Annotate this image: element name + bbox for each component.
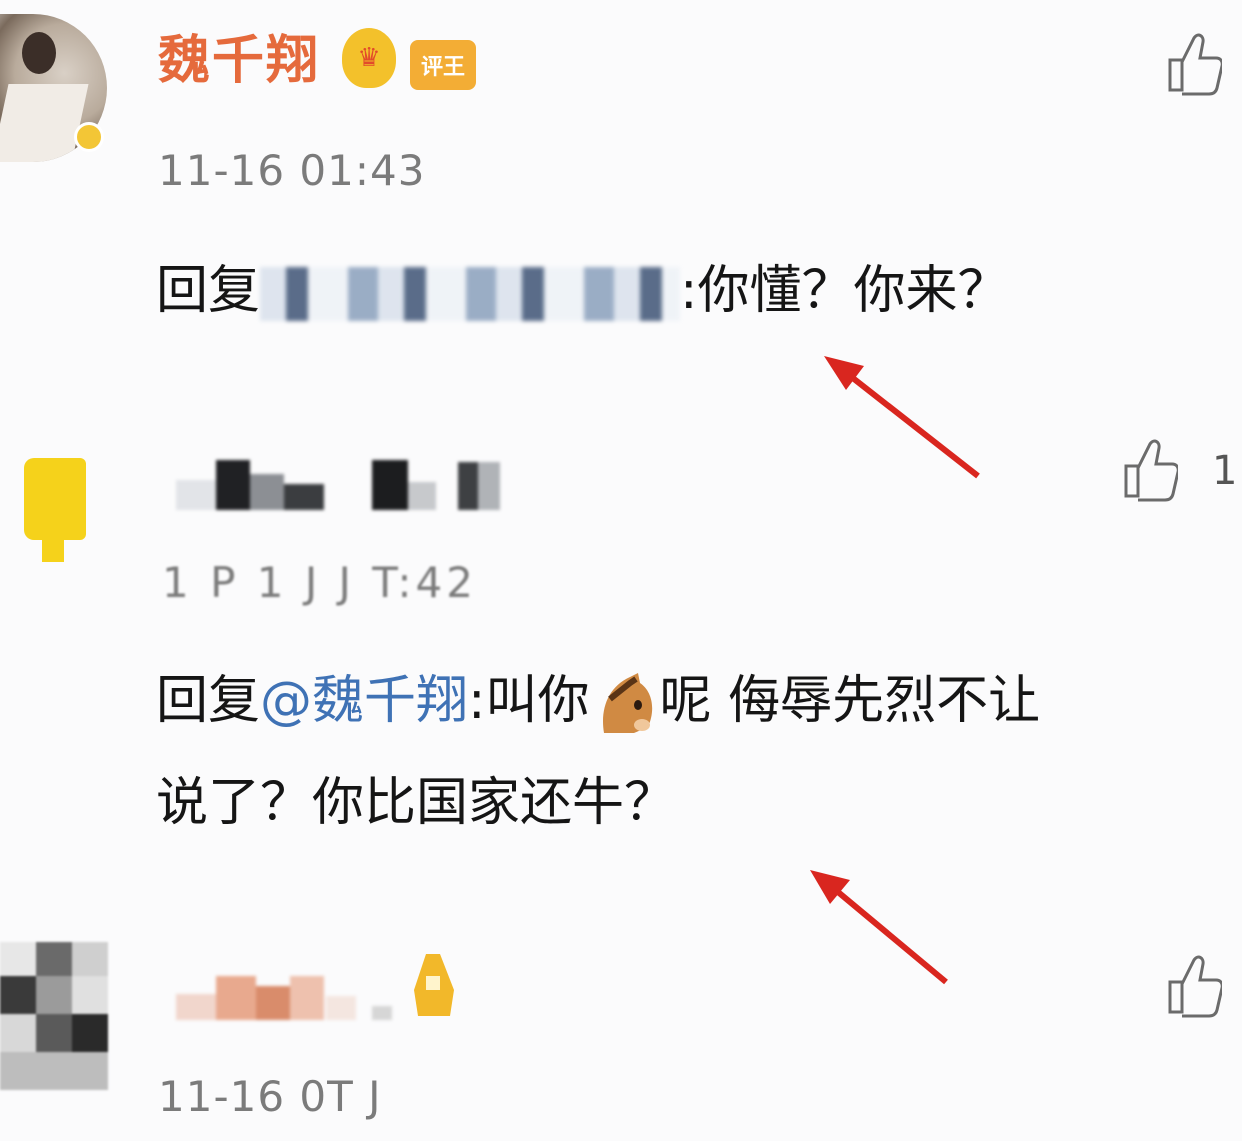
- username[interactable]: 魏千翔: [158, 26, 320, 96]
- comment-text: 回复 :你懂？你来？: [156, 256, 1010, 326]
- reply-text: :叫你: [468, 671, 590, 731]
- reply-text: :你懂？你来？: [680, 261, 1010, 321]
- badge-icon: [414, 954, 454, 1016]
- reply-prefix: 回复: [156, 261, 261, 321]
- red-arrow-annotation: [810, 870, 948, 985]
- redacted-username: [176, 460, 500, 510]
- red-arrow-annotation: [824, 356, 980, 479]
- timestamp: 11-16 0T J: [158, 1072, 382, 1121]
- horse-emoji-icon: [590, 669, 660, 739]
- reply-prefix: 回复: [156, 671, 261, 731]
- thumbs-up-icon[interactable]: [1166, 30, 1222, 96]
- thumbs-up-icon[interactable]: [1166, 952, 1222, 1018]
- reply-text: 呢 侮辱先烈不让: [659, 671, 1041, 731]
- comment-text-continued: 说了？你比国家还牛？: [156, 773, 677, 833]
- avatar[interactable]: [0, 942, 108, 1090]
- thumbs-up-icon[interactable]: [1122, 436, 1178, 502]
- redacted-username: [260, 267, 681, 321]
- verified-badge-icon: [74, 122, 104, 152]
- crown-icon: ♛: [342, 28, 396, 88]
- like-count: 1: [1212, 448, 1238, 494]
- timestamp: 1 P 1 J J T:42: [162, 558, 477, 607]
- comment-text: 回复@魏千翔:叫你 呢 侮辱先烈不让: [156, 666, 1040, 739]
- timestamp: 11-16 01:43: [158, 146, 426, 195]
- mention-link[interactable]: @魏千翔: [260, 671, 468, 731]
- avatar[interactable]: [18, 458, 88, 562]
- rank-badge: 评王: [410, 40, 476, 90]
